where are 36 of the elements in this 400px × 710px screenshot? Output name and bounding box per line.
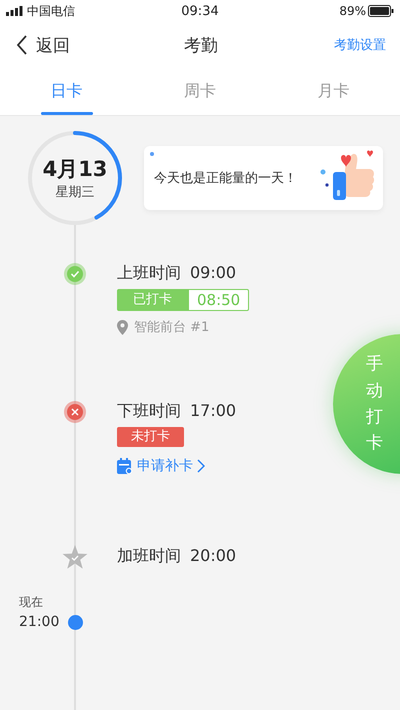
signal-icon	[6, 6, 23, 16]
shift-time: 09:00	[190, 262, 236, 284]
shift-label: 加班时间	[117, 545, 181, 567]
check-circle-icon	[64, 263, 86, 285]
carrier-name: 中国电信	[27, 2, 75, 20]
shift-label: 上班时间	[117, 262, 181, 284]
chevron-right-icon	[197, 459, 205, 473]
settings-link[interactable]: 考勤设置	[296, 36, 386, 54]
current-time-dot	[68, 615, 82, 630]
motto-text: 今天也是正能量的一天！	[154, 170, 297, 187]
shift-time: 20:00	[190, 545, 236, 567]
status-badge: 未打卡	[117, 427, 184, 447]
weekday-text: 星期三	[56, 184, 94, 201]
tab[interactable]: 周卡	[133, 68, 267, 115]
shift-label: 下班时间	[117, 400, 181, 422]
chevron-left-icon	[16, 35, 28, 55]
star-check-icon	[62, 545, 88, 570]
battery-icon	[368, 5, 394, 17]
clock-time: 09:34	[181, 4, 219, 18]
calendar-icon	[117, 458, 133, 474]
apply-makeup-link[interactable]: 申请补卡	[117, 457, 205, 475]
location-pin-icon	[117, 320, 128, 334]
tab[interactable]: 日卡	[0, 68, 134, 115]
cross-circle-icon	[64, 401, 86, 423]
location-text: 智能前台 #1	[134, 319, 210, 336]
page-title: 考勤	[184, 34, 218, 56]
punch-time-badge: 08:50	[188, 289, 250, 311]
tab[interactable]: 月卡	[266, 68, 400, 115]
date-text: 4月13	[42, 156, 108, 183]
now-time: 21:00	[19, 613, 60, 632]
now-label: 现在	[19, 594, 44, 611]
status-badge: 已打卡	[117, 289, 188, 311]
manual-punch-button[interactable]: 手动打卡	[333, 334, 400, 474]
battery-percent: 89%	[339, 4, 366, 18]
shift-time: 17:00	[190, 400, 236, 422]
back-button[interactable]: 返回	[16, 34, 106, 56]
